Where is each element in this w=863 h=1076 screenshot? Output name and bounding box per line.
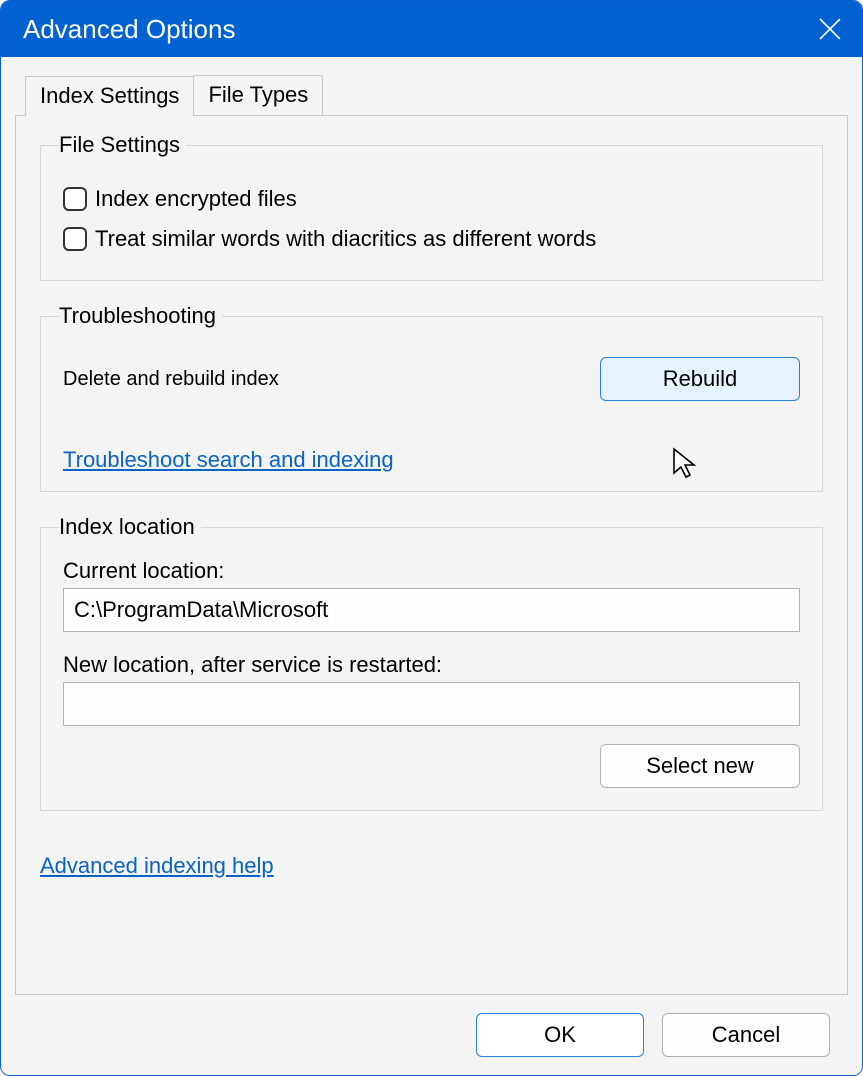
current-location-value: C:\ProgramData\Microsoft xyxy=(74,597,328,623)
dialog-footer: OK Cancel xyxy=(15,995,848,1075)
checkbox-label-diacritics: Treat similar words with diacritics as d… xyxy=(95,226,596,252)
ok-button[interactable]: OK xyxy=(476,1013,644,1057)
checkbox-row-diacritics[interactable]: Treat similar words with diacritics as d… xyxy=(63,226,800,252)
delete-rebuild-label: Delete and rebuild index xyxy=(63,368,279,391)
tabs: Index Settings File Types xyxy=(25,75,848,115)
new-location-label: New location, after service is restarted… xyxy=(63,652,800,678)
current-location-label: Current location: xyxy=(63,558,800,584)
checkbox-row-encrypted[interactable]: Index encrypted files xyxy=(63,186,800,212)
new-location-field[interactable] xyxy=(63,682,800,726)
cancel-button[interactable]: Cancel xyxy=(662,1013,830,1057)
index-location-legend: Index location xyxy=(59,514,201,540)
index-location-group: Index location Current location: C:\Prog… xyxy=(40,514,823,811)
troubleshooting-legend: Troubleshooting xyxy=(59,303,222,329)
troubleshooting-group: Troubleshooting Delete and rebuild index… xyxy=(40,303,823,492)
advanced-indexing-help-link[interactable]: Advanced indexing help xyxy=(40,853,823,879)
tab-file-types[interactable]: File Types xyxy=(193,75,323,115)
checkbox-icon[interactable] xyxy=(63,187,87,211)
dialog-body: Index Settings File Types File Settings … xyxy=(1,57,862,1075)
rebuild-button[interactable]: Rebuild xyxy=(600,357,800,401)
troubleshoot-link[interactable]: Troubleshoot search and indexing xyxy=(63,447,394,473)
tab-panel: File Settings Index encrypted files Trea… xyxy=(15,115,848,995)
file-settings-legend: File Settings xyxy=(59,132,186,158)
checkbox-label-encrypted: Index encrypted files xyxy=(95,186,297,212)
titlebar: Advanced Options xyxy=(1,1,862,57)
select-new-button[interactable]: Select new xyxy=(600,744,800,788)
current-location-field[interactable]: C:\ProgramData\Microsoft xyxy=(63,588,800,632)
window-title: Advanced Options xyxy=(23,14,235,45)
close-icon[interactable] xyxy=(818,17,842,41)
file-settings-group: File Settings Index encrypted files Trea… xyxy=(40,132,823,281)
checkbox-icon[interactable] xyxy=(63,227,87,251)
advanced-options-dialog: Advanced Options Index Settings File Typ… xyxy=(0,0,863,1076)
tab-index-settings[interactable]: Index Settings xyxy=(25,76,194,116)
